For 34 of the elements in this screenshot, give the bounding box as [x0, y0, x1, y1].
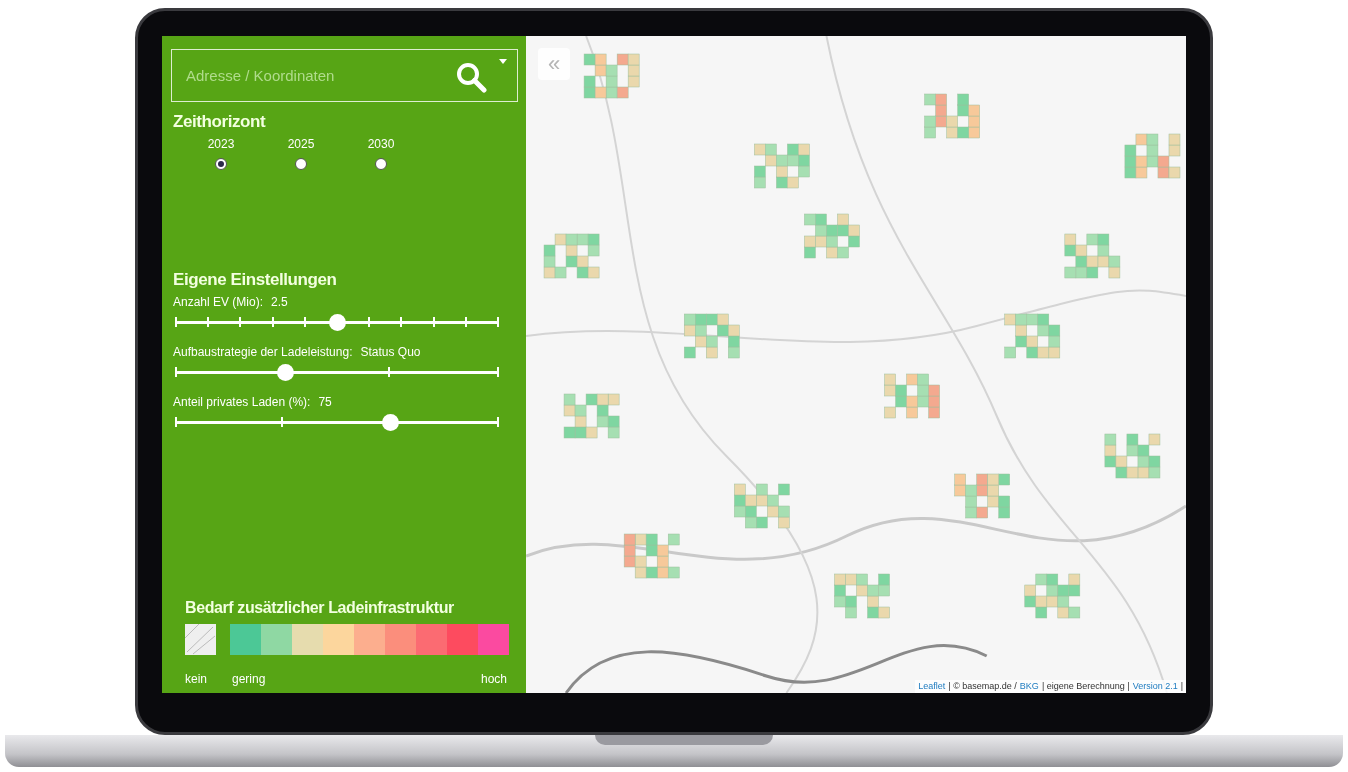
- attribution-text: |: [1180, 680, 1183, 693]
- radio-label: 2023: [207, 136, 235, 152]
- slider-thumb[interactable]: [382, 414, 400, 431]
- slider-thumb[interactable]: [329, 314, 346, 331]
- radio-button[interactable]: [375, 158, 387, 170]
- search-icon[interactable]: [455, 61, 487, 93]
- slider-label: Aufbaustrategie der Ladeleistung:: [173, 344, 353, 360]
- attribution-text: | © basemap.de /: [948, 680, 1017, 693]
- legend-label: gering: [232, 671, 266, 687]
- radio-label: 2025: [287, 136, 315, 152]
- radio-label: 2030: [367, 136, 395, 152]
- search-field[interactable]: Adresse / Koordinaten: [171, 49, 518, 102]
- map-sample-icon: [185, 624, 216, 655]
- radio-button[interactable]: [295, 158, 307, 170]
- section-heading: Eigene Einstellungen: [173, 269, 338, 291]
- slider-thumb[interactable]: [277, 364, 295, 381]
- slider-track[interactable]: [176, 362, 498, 382]
- caret-icon[interactable]: [499, 59, 507, 64]
- radio-button[interactable]: [215, 158, 227, 170]
- attribution-link[interactable]: BKG: [1019, 680, 1039, 693]
- legend-label: hoch: [480, 671, 507, 687]
- slider-track[interactable]: [176, 312, 498, 332]
- slider-label: Anteil privates Laden (%):: [173, 394, 311, 410]
- slider-track[interactable]: [176, 412, 498, 432]
- attribution-link[interactable]: Leaflet: [918, 680, 946, 693]
- attribution-link[interactable]: Version 2.1: [1132, 680, 1178, 693]
- slider-value: Status Quo: [360, 344, 421, 360]
- legend-title: Bedarf zusätzlicher Ladeinfrastruktur: [185, 598, 455, 618]
- legend-label: kein: [185, 671, 208, 687]
- slider-value: 2.5: [271, 294, 288, 310]
- section-heading: Zeithorizont: [173, 111, 267, 133]
- attribution-text: | eigene Berechnung |: [1041, 680, 1130, 693]
- slider-value: 75: [318, 394, 332, 410]
- slider-label: Anzahl EV (Mio):: [173, 294, 264, 310]
